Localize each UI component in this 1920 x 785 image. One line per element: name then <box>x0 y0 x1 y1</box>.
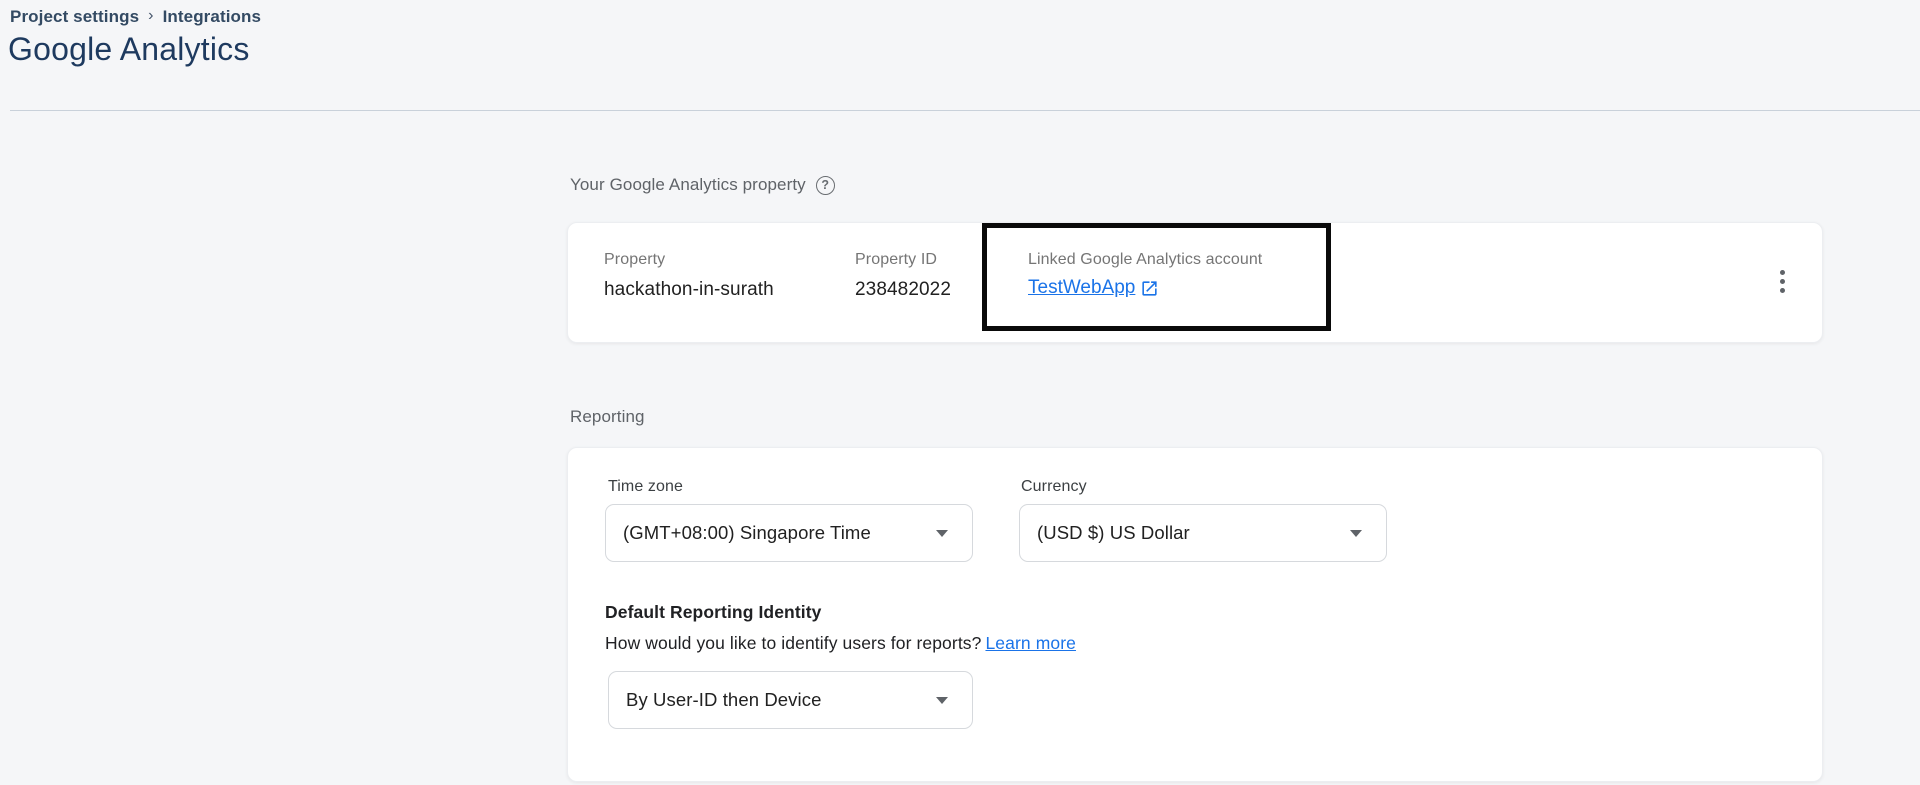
default-reporting-identity-description: How would you like to identify users for… <box>605 633 1076 654</box>
header-divider <box>10 110 1920 111</box>
time-zone-label: Time zone <box>608 478 683 496</box>
property-field-value: hackathon-in-surath <box>604 279 774 301</box>
chevron-down-icon <box>1350 530 1362 537</box>
reporting-identity-dropdown-value: By User-ID then Device <box>626 689 821 711</box>
breadcrumb-integrations[interactable]: Integrations <box>163 7 262 27</box>
reporting-identity-dropdown[interactable]: By User-ID then Device <box>608 671 973 729</box>
breadcrumb: Project settings › Integrations <box>10 7 261 27</box>
linked-account-row: TestWebApp <box>1028 277 1159 299</box>
learn-more-link[interactable]: Learn more <box>985 633 1076 653</box>
external-link-icon[interactable] <box>1140 279 1159 298</box>
linked-account-link[interactable]: TestWebApp <box>1028 277 1135 299</box>
time-zone-dropdown-value: (GMT+08:00) Singapore Time <box>623 522 871 544</box>
property-id-field-value: 238482022 <box>855 279 951 301</box>
property-section-heading: Your Google Analytics property ? <box>570 175 835 195</box>
kebab-menu-icon[interactable] <box>1769 263 1795 299</box>
reporting-section-heading-text: Reporting <box>570 407 645 427</box>
default-reporting-identity-heading: Default Reporting Identity <box>605 602 822 623</box>
chevron-down-icon <box>936 530 948 537</box>
currency-label: Currency <box>1021 478 1087 496</box>
identity-question-text: How would you like to identify users for… <box>605 633 981 653</box>
breadcrumb-separator-icon: › <box>148 7 153 25</box>
property-id-field-label: Property ID <box>855 251 937 269</box>
linked-account-field-label: Linked Google Analytics account <box>1028 251 1262 269</box>
currency-dropdown[interactable]: (USD $) US Dollar <box>1019 504 1387 562</box>
page-title: Google Analytics <box>8 31 250 68</box>
property-section-heading-text: Your Google Analytics property <box>570 175 806 195</box>
breadcrumb-project-settings[interactable]: Project settings <box>10 7 139 27</box>
help-circle-icon[interactable]: ? <box>816 176 835 195</box>
chevron-down-icon <box>936 697 948 704</box>
currency-dropdown-value: (USD $) US Dollar <box>1037 522 1190 544</box>
google-analytics-integration-page: Project settings › Integrations Google A… <box>0 0 1920 785</box>
reporting-section-heading: Reporting <box>570 407 645 427</box>
property-field-label: Property <box>604 251 665 269</box>
time-zone-dropdown[interactable]: (GMT+08:00) Singapore Time <box>605 504 973 562</box>
